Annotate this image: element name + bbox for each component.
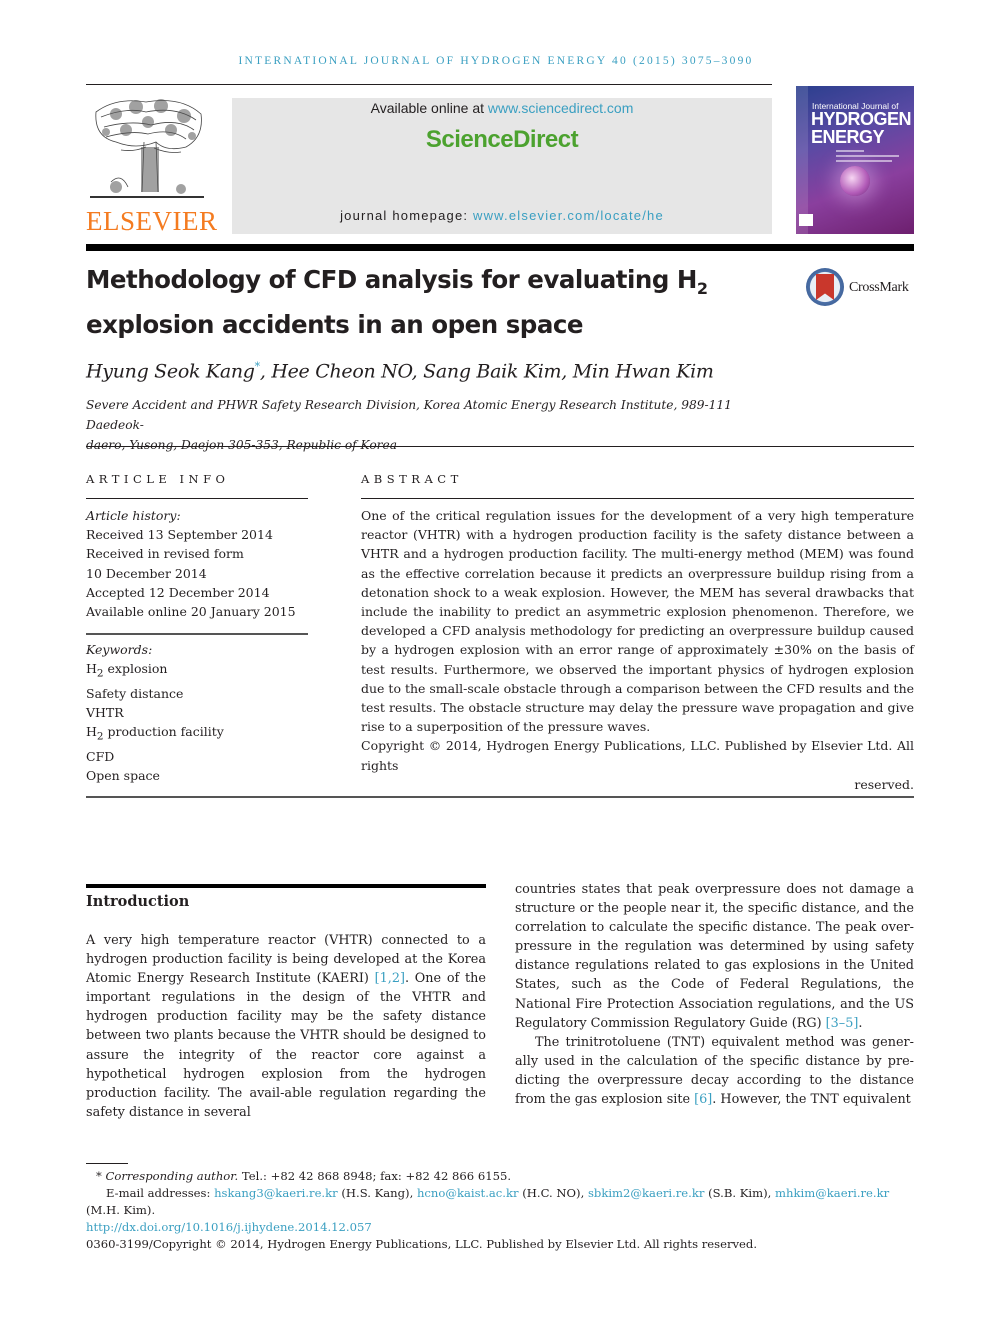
keyword-text: H: [86, 724, 97, 740]
crossmark-label: CrossMark: [849, 280, 909, 295]
elsevier-wordmark: ELSEVIER: [86, 206, 218, 236]
cover-orb-graphic: [840, 166, 870, 196]
body-text: countries states that peak overpressure …: [515, 882, 914, 1031]
abstract-heading: ABSTRACT: [361, 472, 463, 486]
affiliation-line-1: Severe Accident and PHWR Safety Research…: [86, 398, 732, 432]
email-owner: (H.S. Kang),: [337, 1186, 417, 1200]
email-owner: (M.H. Kim).: [86, 1203, 156, 1217]
article-info-rule: [86, 498, 308, 499]
history-item: Accepted 12 December 2014: [86, 584, 270, 600]
elsevier-logo[interactable]: ELSEVIER: [86, 92, 218, 237]
keyword-subscript: 2: [96, 730, 104, 743]
abstract-copyright-line-2: reserved.: [854, 776, 914, 792]
available-online-line: Available online at www.sciencedirect.co…: [232, 100, 772, 116]
footnote-rule: [86, 1163, 128, 1164]
keyword-item: H2 production facility: [86, 722, 308, 747]
keyword-item: VHTR: [86, 705, 124, 721]
keyword-text: production facility: [103, 724, 224, 740]
abstract-paragraph: One of the critical regulation issues fo…: [361, 508, 915, 735]
author-list: Hyung Seok Kang*, Hee Cheon NO, Sang Bai…: [86, 360, 714, 382]
corresponding-author-label: Corresponding author.: [105, 1169, 239, 1183]
citation-link[interactable]: [3–5]: [826, 1016, 859, 1031]
running-head: INTERNATIONAL JOURNAL OF HYDROGEN ENERGY…: [238, 55, 754, 67]
body-text: .: [858, 1015, 863, 1031]
cover-spine: [796, 86, 808, 234]
journal-cover-thumbnail[interactable]: International Journal of HYDROGEN ENERGY: [796, 86, 914, 234]
citation-link[interactable]: [6]: [694, 1092, 712, 1107]
email-link[interactable]: hcno@kaist.ac.kr: [417, 1186, 519, 1200]
journal-homepage-label: journal homepage:: [340, 208, 473, 223]
body-column-left: A very high temperature reactor (VHTR) c…: [86, 931, 486, 1122]
title-subscript: 2: [696, 278, 708, 298]
first-author: Hyung Seok Kang: [86, 360, 255, 383]
corresponding-author-note: * Corresponding author. Tel.: +82 42 868…: [86, 1168, 914, 1185]
introduction-heading: Introduction: [86, 893, 190, 910]
journal-homepage-link[interactable]: www.elsevier.com/locate/he: [473, 208, 664, 223]
body-text: . However, the TNT equivalent: [712, 1092, 911, 1108]
email-label: E-mail addresses:: [106, 1186, 215, 1200]
keyword-item: CFD: [86, 749, 115, 765]
email-link[interactable]: sbkim2@kaeri.re.kr: [588, 1186, 704, 1200]
keywords-rule: [86, 633, 308, 635]
cover-title-energy: ENERGY: [811, 127, 885, 147]
keywords: Keywords: H2 explosion Safety distance V…: [86, 640, 308, 785]
cover-editor-lines: [836, 150, 906, 165]
doi-link[interactable]: http://dx.doi.org/10.1016/j.ijhydene.201…: [86, 1220, 372, 1234]
title-part1: Methodology of CFD analysis for evaluati…: [86, 265, 697, 294]
doi-line: http://dx.doi.org/10.1016/j.ijhydene.201…: [86, 1219, 914, 1236]
abstract-rule: [361, 498, 914, 499]
keyword-subscript: 2: [96, 667, 104, 680]
history-item: Available online 20 January 2015: [86, 604, 296, 620]
article-history-label: Article history:: [86, 508, 181, 523]
sciencedirect-logo[interactable]: ScienceDirect: [232, 126, 772, 154]
affiliation-rule: [86, 446, 914, 447]
sciencedirect-link[interactable]: www.sciencedirect.com: [488, 100, 634, 116]
cover-publisher-mark: [799, 214, 813, 226]
keyword-text: explosion: [103, 661, 168, 677]
email-link[interactable]: mhkim@kaeri.re.kr: [775, 1186, 889, 1200]
journal-homepage-line: journal homepage: www.elsevier.com/locat…: [232, 208, 772, 223]
front-matter-end-rule: [86, 796, 914, 798]
email-link[interactable]: hskang3@kaeri.re.kr: [214, 1186, 338, 1200]
affiliation-line-2: daero, Yusong, Daejon 305-353, Republic …: [86, 438, 397, 452]
introduction-rule: [86, 884, 486, 888]
elsevier-tree-icon: [90, 99, 204, 198]
body-text: . One of the important regulations in th…: [86, 971, 486, 1120]
keyword-item: Open space: [86, 768, 160, 784]
history-item: Received 13 September 2014: [86, 527, 273, 543]
keyword-text: H: [86, 661, 97, 677]
article-title: Methodology of CFD analysis for evaluati…: [86, 262, 766, 343]
masthead-thick-rule: [86, 244, 914, 251]
intro-paragraph-1: A very high temperature reactor (VHTR) c…: [86, 931, 486, 1122]
history-item: Received in revised form: [86, 546, 244, 562]
title-part2: explosion accidents in an open space: [86, 309, 584, 339]
contact-numbers: Tel.: +82 42 868 8948; fax: +82 42 866 6…: [238, 1169, 512, 1183]
cover-title-hydrogen: HYDROGEN: [811, 109, 912, 129]
cover-title-large: HYDROGEN ENERGY: [811, 109, 912, 147]
sciencedirect-banner: Available online at www.sciencedirect.co…: [232, 98, 772, 234]
issn-copyright: 0360-3199/Copyright © 2014, Hydrogen Ene…: [86, 1237, 757, 1251]
article-info-heading: ARTICLE INFO: [86, 472, 230, 486]
email-addresses: E-mail addresses: hskang3@kaeri.re.kr (H…: [86, 1185, 914, 1219]
keyword-item: Safety distance: [86, 685, 184, 701]
history-item: 10 December 2014: [86, 565, 207, 581]
intro-paragraph-1-cont: countries states that peak overpressure …: [515, 880, 914, 1033]
email-owner: (H.C. NO),: [518, 1186, 588, 1200]
citation-link[interactable]: [1,2]: [375, 971, 405, 986]
article-history: Article history: Received 13 September 2…: [86, 506, 308, 621]
keywords-label: Keywords:: [86, 642, 153, 657]
crossmark-button[interactable]: CrossMark: [806, 268, 916, 310]
abstract-body: One of the critical regulation issues fo…: [361, 506, 914, 794]
footnotes: * Corresponding author. Tel.: +82 42 868…: [86, 1168, 914, 1253]
other-authors: , Hee Cheon NO, Sang Baik Kim, Min Hwan …: [259, 360, 714, 383]
body-column-right: countries states that peak overpressure …: [515, 880, 914, 1109]
keyword-item: H2 explosion: [86, 659, 308, 684]
intro-paragraph-2: The trinitrotoluene (TNT) equivalent met…: [515, 1033, 914, 1109]
available-online-label: Available online at: [370, 100, 488, 116]
header-rule: [86, 84, 772, 85]
abstract-copyright-line-1: Copyright © 2014, Hydrogen Energy Public…: [361, 738, 914, 773]
email-owner: (S.B. Kim),: [704, 1186, 775, 1200]
